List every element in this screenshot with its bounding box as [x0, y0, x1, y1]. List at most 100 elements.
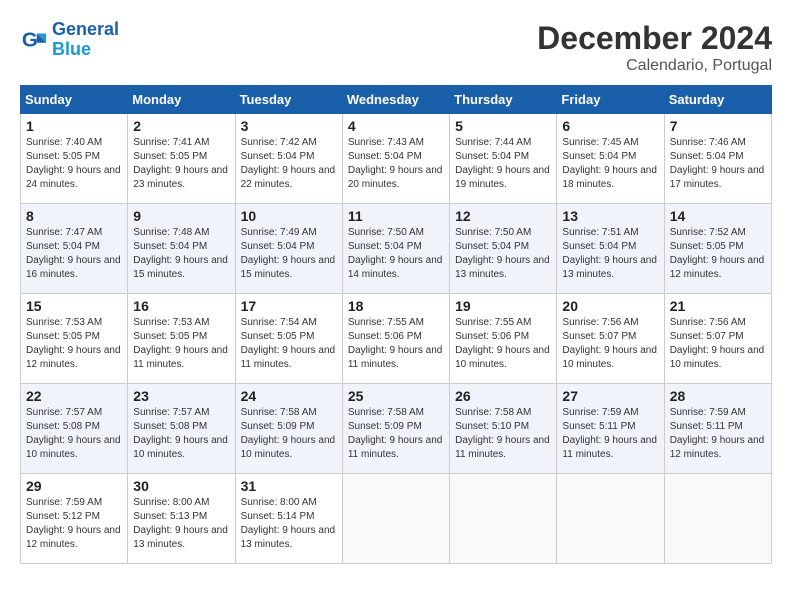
cell-content: Sunrise: 7:53 AM Sunset: 5:05 PM Dayligh…: [26, 316, 122, 372]
daylight-text: Daylight: 9 hours and 10 minutes.: [562, 345, 657, 370]
cell-content: Sunrise: 7:52 AM Sunset: 5:05 PM Dayligh…: [670, 226, 766, 282]
calendar-cell: 25 Sunrise: 7:58 AM Sunset: 5:09 PM Dayl…: [342, 384, 449, 474]
sunrise-text: Sunrise: 7:44 AM: [455, 137, 531, 148]
sunset-text: Sunset: 5:11 PM: [562, 421, 635, 432]
calendar-cell: 4 Sunrise: 7:43 AM Sunset: 5:04 PM Dayli…: [342, 114, 449, 204]
sunset-text: Sunset: 5:04 PM: [455, 241, 529, 252]
sunrise-text: Sunrise: 7:56 AM: [670, 317, 746, 328]
calendar-cell: 9 Sunrise: 7:48 AM Sunset: 5:04 PM Dayli…: [128, 204, 235, 294]
daylight-text: Daylight: 9 hours and 20 minutes.: [348, 165, 443, 190]
cell-content: Sunrise: 7:57 AM Sunset: 5:08 PM Dayligh…: [133, 406, 229, 462]
sunset-text: Sunset: 5:08 PM: [26, 421, 100, 432]
calendar-table: Sunday Monday Tuesday Wednesday Thursday…: [20, 85, 772, 564]
sunset-text: Sunset: 5:09 PM: [348, 421, 422, 432]
day-number: 17: [241, 298, 337, 314]
cell-content: Sunrise: 7:43 AM Sunset: 5:04 PM Dayligh…: [348, 136, 444, 192]
cell-content: Sunrise: 7:59 AM Sunset: 5:11 PM Dayligh…: [670, 406, 766, 462]
daylight-text: Daylight: 9 hours and 11 minutes.: [348, 345, 443, 370]
daylight-text: Daylight: 9 hours and 14 minutes.: [348, 255, 443, 280]
sunrise-text: Sunrise: 7:42 AM: [241, 137, 317, 148]
sunset-text: Sunset: 5:12 PM: [26, 511, 100, 522]
sunrise-text: Sunrise: 7:49 AM: [241, 227, 317, 238]
sunrise-text: Sunrise: 7:59 AM: [562, 407, 638, 418]
calendar-header: Sunday Monday Tuesday Wednesday Thursday…: [21, 86, 772, 114]
calendar-cell: 23 Sunrise: 7:57 AM Sunset: 5:08 PM Dayl…: [128, 384, 235, 474]
cell-content: Sunrise: 7:58 AM Sunset: 5:09 PM Dayligh…: [241, 406, 337, 462]
cell-content: Sunrise: 7:51 AM Sunset: 5:04 PM Dayligh…: [562, 226, 658, 282]
cell-content: Sunrise: 7:55 AM Sunset: 5:06 PM Dayligh…: [455, 316, 551, 372]
cell-content: Sunrise: 7:55 AM Sunset: 5:06 PM Dayligh…: [348, 316, 444, 372]
daylight-text: Daylight: 9 hours and 16 minutes.: [26, 255, 121, 280]
day-number: 11: [348, 208, 444, 224]
calendar-cell: 7 Sunrise: 7:46 AM Sunset: 5:04 PM Dayli…: [664, 114, 771, 204]
calendar-cell: 15 Sunrise: 7:53 AM Sunset: 5:05 PM Dayl…: [21, 294, 128, 384]
sunrise-text: Sunrise: 7:53 AM: [133, 317, 209, 328]
sunset-text: Sunset: 5:05 PM: [241, 331, 315, 342]
sunset-text: Sunset: 5:05 PM: [133, 151, 207, 162]
daylight-text: Daylight: 9 hours and 24 minutes.: [26, 165, 121, 190]
day-number: 14: [670, 208, 766, 224]
header-sunday: Sunday: [21, 86, 128, 114]
sunrise-text: Sunrise: 7:57 AM: [26, 407, 102, 418]
cell-content: Sunrise: 7:40 AM Sunset: 5:05 PM Dayligh…: [26, 136, 122, 192]
daylight-text: Daylight: 9 hours and 11 minutes.: [241, 345, 336, 370]
day-number: 2: [133, 118, 229, 134]
cell-content: Sunrise: 7:50 AM Sunset: 5:04 PM Dayligh…: [348, 226, 444, 282]
sunrise-text: Sunrise: 7:48 AM: [133, 227, 209, 238]
calendar-cell: 14 Sunrise: 7:52 AM Sunset: 5:05 PM Dayl…: [664, 204, 771, 294]
calendar-cell: 30 Sunrise: 8:00 AM Sunset: 5:13 PM Dayl…: [128, 474, 235, 564]
cell-content: Sunrise: 7:44 AM Sunset: 5:04 PM Dayligh…: [455, 136, 551, 192]
daylight-text: Daylight: 9 hours and 10 minutes.: [670, 345, 765, 370]
sunrise-text: Sunrise: 7:50 AM: [348, 227, 424, 238]
cell-content: Sunrise: 7:45 AM Sunset: 5:04 PM Dayligh…: [562, 136, 658, 192]
sunset-text: Sunset: 5:04 PM: [133, 241, 207, 252]
sunset-text: Sunset: 5:04 PM: [348, 241, 422, 252]
header-monday: Monday: [128, 86, 235, 114]
day-number: 27: [562, 388, 658, 404]
daylight-text: Daylight: 9 hours and 10 minutes.: [455, 345, 550, 370]
cell-content: Sunrise: 7:56 AM Sunset: 5:07 PM Dayligh…: [670, 316, 766, 372]
daylight-text: Daylight: 9 hours and 12 minutes.: [670, 255, 765, 280]
calendar-cell: [664, 474, 771, 564]
day-number: 16: [133, 298, 229, 314]
calendar-cell: 31 Sunrise: 8:00 AM Sunset: 5:14 PM Dayl…: [235, 474, 342, 564]
sunset-text: Sunset: 5:14 PM: [241, 511, 315, 522]
day-number: 31: [241, 478, 337, 494]
calendar-cell: 3 Sunrise: 7:42 AM Sunset: 5:04 PM Dayli…: [235, 114, 342, 204]
sunset-text: Sunset: 5:05 PM: [133, 331, 207, 342]
calendar-cell: 21 Sunrise: 7:56 AM Sunset: 5:07 PM Dayl…: [664, 294, 771, 384]
header-thursday: Thursday: [450, 86, 557, 114]
sunrise-text: Sunrise: 7:43 AM: [348, 137, 424, 148]
sunrise-text: Sunrise: 8:00 AM: [241, 497, 317, 508]
day-number: 13: [562, 208, 658, 224]
day-number: 7: [670, 118, 766, 134]
daylight-text: Daylight: 9 hours and 17 minutes.: [670, 165, 765, 190]
calendar-cell: [342, 474, 449, 564]
calendar-week-row: 29 Sunrise: 7:59 AM Sunset: 5:12 PM Dayl…: [21, 474, 772, 564]
sunset-text: Sunset: 5:13 PM: [133, 511, 207, 522]
sunset-text: Sunset: 5:05 PM: [26, 331, 100, 342]
sunrise-text: Sunrise: 7:59 AM: [26, 497, 102, 508]
sunset-text: Sunset: 5:04 PM: [241, 241, 315, 252]
calendar-cell: 17 Sunrise: 7:54 AM Sunset: 5:05 PM Dayl…: [235, 294, 342, 384]
daylight-text: Daylight: 9 hours and 12 minutes.: [26, 525, 121, 550]
calendar-cell: 2 Sunrise: 7:41 AM Sunset: 5:05 PM Dayli…: [128, 114, 235, 204]
calendar-cell: 24 Sunrise: 7:58 AM Sunset: 5:09 PM Dayl…: [235, 384, 342, 474]
sunset-text: Sunset: 5:06 PM: [455, 331, 529, 342]
calendar-cell: 22 Sunrise: 7:57 AM Sunset: 5:08 PM Dayl…: [21, 384, 128, 474]
cell-content: Sunrise: 7:42 AM Sunset: 5:04 PM Dayligh…: [241, 136, 337, 192]
daylight-text: Daylight: 9 hours and 10 minutes.: [133, 435, 228, 460]
sunrise-text: Sunrise: 7:51 AM: [562, 227, 638, 238]
logo: G General Blue: [20, 20, 119, 60]
day-number: 25: [348, 388, 444, 404]
daylight-text: Daylight: 9 hours and 10 minutes.: [241, 435, 336, 460]
cell-content: Sunrise: 7:56 AM Sunset: 5:07 PM Dayligh…: [562, 316, 658, 372]
sunset-text: Sunset: 5:11 PM: [670, 421, 743, 432]
sunrise-text: Sunrise: 7:58 AM: [241, 407, 317, 418]
day-number: 18: [348, 298, 444, 314]
day-number: 21: [670, 298, 766, 314]
header-wednesday: Wednesday: [342, 86, 449, 114]
sunset-text: Sunset: 5:04 PM: [455, 151, 529, 162]
daylight-text: Daylight: 9 hours and 11 minutes.: [562, 435, 657, 460]
cell-content: Sunrise: 7:59 AM Sunset: 5:12 PM Dayligh…: [26, 496, 122, 552]
